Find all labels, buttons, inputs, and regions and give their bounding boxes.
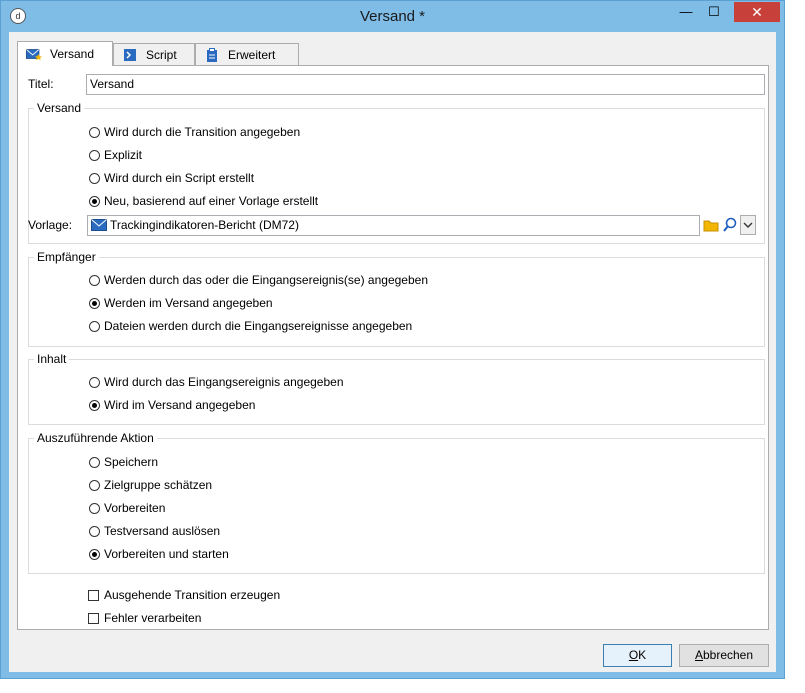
tab-panel-versand: Titel: Versand Versand Wird durch die Tr… (17, 65, 769, 630)
radio-circle (89, 456, 100, 468)
dialog-client: Versand Script Erweitert Titel: Versand … (9, 32, 776, 672)
radio-circle (89, 479, 100, 491)
search-button[interactable] (721, 216, 739, 234)
checkbox-errors-label: Fehler verarbeiten (104, 611, 202, 625)
dialog-window: d Versand * — ☐ ✕ Versand Script Erweite… (0, 0, 785, 679)
radio-circle (89, 502, 100, 514)
versand-radio-1-label: Explizit (104, 148, 143, 162)
inhalt-group-legend: Inhalt (34, 352, 70, 366)
clipboard-icon (207, 47, 217, 62)
folder-icon (703, 220, 719, 232)
template-label: Vorlage: (28, 218, 73, 232)
tab-erweitert-label: Erweitert (228, 47, 276, 62)
maximize-button[interactable]: ☐ (701, 2, 727, 22)
radio-circle (89, 149, 100, 161)
tab-versand-label: Versand (50, 47, 95, 61)
title-bar[interactable]: d Versand * — ☐ ✕ (1, 1, 784, 33)
aktion-radio-0[interactable]: Speichern (89, 453, 158, 471)
aktion-radio-3[interactable]: Testversand auslösen (89, 522, 220, 540)
versand-radio-3-label: Neu, basierend auf einer Vorlage erstell… (104, 194, 319, 208)
search-icon (723, 217, 737, 232)
versand-radio-0[interactable]: Wird durch die Transition angegeben (89, 123, 300, 141)
close-button[interactable]: ✕ (734, 2, 780, 22)
tab-script[interactable]: Script (113, 43, 195, 65)
inhalt-radio-1[interactable]: Wird im Versand angegeben (89, 396, 255, 414)
empfaenger-radio-2-label: Dateien werden durch die Eingangsereigni… (104, 319, 413, 333)
versand-radio-2-label: Wird durch ein Script erstellt (104, 171, 255, 185)
checkbox-transition[interactable]: Ausgehende Transition erzeugen (88, 586, 280, 604)
aktion-group-legend: Auszuführende Aktion (34, 431, 157, 445)
checkbox-errors[interactable]: Fehler verarbeiten (88, 609, 201, 627)
radio-circle-selected (89, 399, 100, 411)
empfaenger-group-legend: Empfänger (34, 250, 99, 264)
radio-circle-selected (89, 195, 100, 207)
aktion-radio-2-label: Vorbereiten (104, 501, 166, 515)
envelope-icon (91, 219, 107, 231)
folder-button[interactable] (702, 216, 720, 234)
radio-circle (89, 274, 100, 286)
title-label: Titel: (28, 77, 54, 91)
versand-group: Versand Wird durch die Transition angege… (28, 101, 765, 244)
aktion-radio-4[interactable]: Vorbereiten und starten (89, 545, 229, 563)
aktion-radio-0-label: Speichern (104, 455, 159, 469)
minimize-button[interactable]: — (673, 2, 699, 22)
inhalt-radio-0-label: Wird durch das Eingangsereignis angegebe… (104, 375, 344, 389)
inhalt-radio-1-label: Wird im Versand angegeben (104, 398, 256, 412)
versand-radio-2[interactable]: Wird durch ein Script erstellt (89, 169, 254, 187)
aktion-radio-3-label: Testversand auslösen (104, 524, 221, 538)
tab-versand[interactable]: Versand (17, 41, 113, 66)
checkbox-box (88, 612, 99, 624)
empfaenger-radio-0[interactable]: Werden durch das oder die Eingangsereign… (89, 271, 428, 289)
radio-circle-selected (89, 297, 100, 309)
empfaenger-radio-1[interactable]: Werden im Versand angegeben (89, 294, 273, 312)
inhalt-group: Inhalt Wird durch das Eingangsereignis a… (28, 352, 765, 425)
script-icon (124, 48, 136, 61)
empfaenger-radio-1-label: Werden im Versand angegeben (104, 296, 273, 310)
radio-circle-selected (89, 548, 100, 560)
ok-accelerator: O (628, 648, 639, 662)
versand-radio-0-label: Wird durch die Transition angegeben (104, 125, 301, 139)
radio-circle (89, 376, 100, 388)
empfaenger-group: Empfänger Werden durch das oder die Eing… (28, 250, 765, 347)
radio-circle (89, 320, 100, 332)
cancel-accelerator: A (694, 648, 703, 662)
tab-script-label: Script (146, 47, 177, 62)
template-value: Trackingindikatoren-Bericht (DM72) (110, 218, 299, 232)
radio-circle (89, 172, 100, 184)
empfaenger-radio-0-label: Werden durch das oder die Eingangsereign… (104, 273, 428, 287)
versand-radio-3[interactable]: Neu, basierend auf einer Vorlage erstell… (89, 192, 318, 210)
empfaenger-radio-2[interactable]: Dateien werden durch die Eingangsereigni… (89, 317, 412, 335)
versand-radio-1[interactable]: Explizit (89, 146, 142, 164)
ok-rest: K (638, 648, 647, 662)
checkbox-transition-label: Ausgehende Transition erzeugen (104, 588, 281, 602)
checkbox-box (88, 589, 99, 601)
aktion-radio-1[interactable]: Zielgruppe schätzen (89, 476, 212, 494)
aktion-radio-2[interactable]: Vorbereiten (89, 499, 165, 517)
chevron-down-icon (743, 222, 753, 228)
aktion-radio-1-label: Zielgruppe schätzen (104, 478, 213, 492)
aktion-group: Auszuführende Aktion Speichern Zielgrupp… (28, 431, 765, 574)
radio-circle (89, 126, 100, 138)
window-title: Versand * (359, 8, 426, 25)
cancel-button[interactable]: Abbrechen (679, 644, 769, 667)
radio-circle (89, 525, 100, 537)
versand-group-legend: Versand (34, 101, 85, 115)
template-input[interactable]: Trackingindikatoren-Bericht (DM72) (87, 215, 700, 236)
inhalt-radio-0[interactable]: Wird durch das Eingangsereignis angegebe… (89, 373, 344, 391)
template-dropdown-button[interactable] (740, 215, 756, 235)
envelope-star-icon (26, 49, 42, 61)
aktion-radio-4-label: Vorbereiten und starten (104, 547, 229, 561)
cancel-rest: bbrechen (702, 648, 754, 662)
tab-erweitert[interactable]: Erweitert (195, 43, 299, 65)
ok-button[interactable]: OK (603, 644, 672, 667)
title-input[interactable]: Versand (86, 74, 765, 95)
